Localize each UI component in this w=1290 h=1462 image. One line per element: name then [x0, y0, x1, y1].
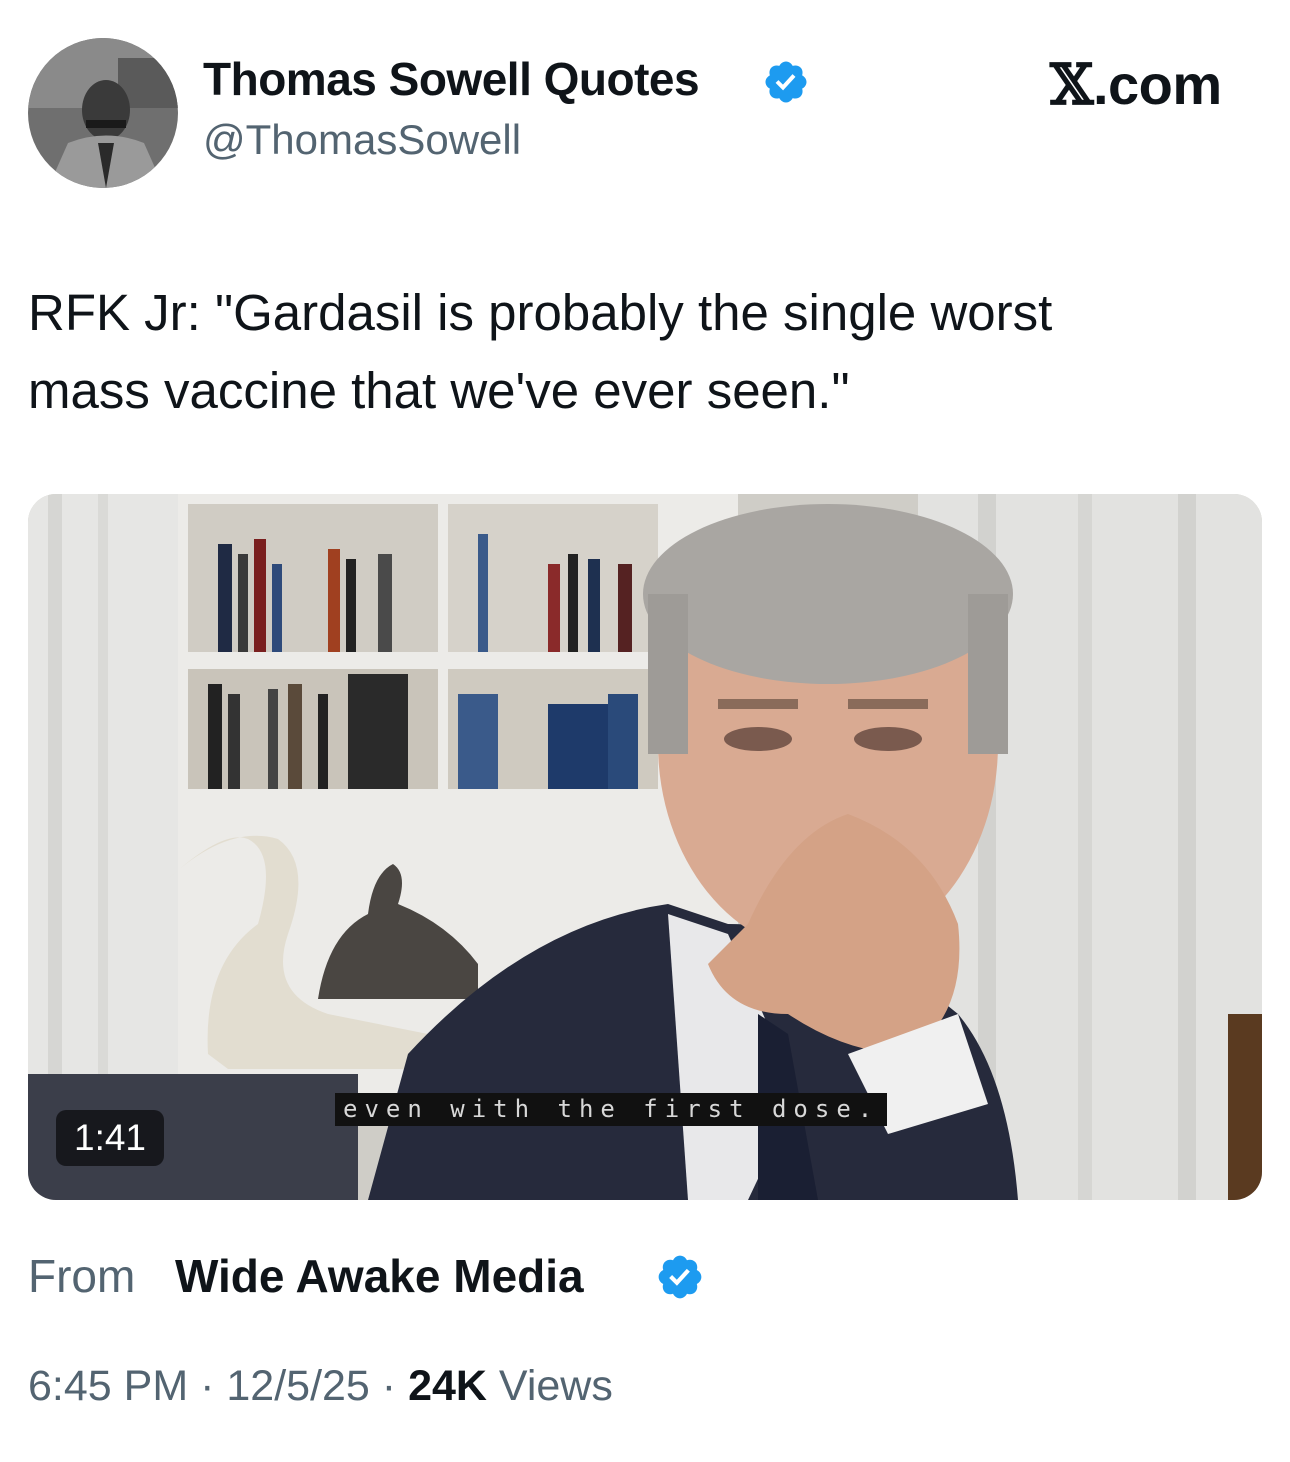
- video-caption: even with the first dose.: [335, 1093, 888, 1126]
- tweet-metadata: 6:45 PM · 12/5/25 · 24K Views: [28, 1362, 613, 1411]
- tweet-text-line-2: mass vaccine that we've ever seen.": [28, 362, 850, 419]
- tweet-text-line-1: RFK Jr: "Gardasil is probably the single…: [28, 284, 1053, 341]
- source-prefix: From: [28, 1250, 136, 1302]
- verified-badge-icon: [658, 1255, 702, 1299]
- author-handle[interactable]: @ThomasSowell: [203, 116, 521, 164]
- avatar-image: [28, 38, 178, 188]
- source-account-link[interactable]: Wide Awake Media: [175, 1249, 584, 1303]
- avatar[interactable]: [28, 38, 178, 188]
- tweet-time[interactable]: 6:45 PM: [28, 1362, 188, 1410]
- tweet-text: RFK Jr: "Gardasil is probably the single…: [28, 274, 1228, 430]
- x-com-logo: 𝕏.com: [1050, 52, 1222, 118]
- author-display-name[interactable]: Thomas Sowell Quotes: [203, 52, 700, 106]
- separator: ·: [200, 1362, 215, 1410]
- tweet-date[interactable]: 12/5/25: [226, 1362, 369, 1410]
- x-logo-glyph: 𝕏: [1050, 52, 1093, 118]
- video-duration-badge: 1:41: [56, 1110, 165, 1166]
- x-logo-suffix: .com: [1092, 53, 1222, 116]
- views-label: Views: [498, 1362, 613, 1410]
- separator: ·: [381, 1362, 397, 1410]
- verified-badge-icon: [765, 61, 807, 103]
- views-count: 24K: [408, 1362, 487, 1410]
